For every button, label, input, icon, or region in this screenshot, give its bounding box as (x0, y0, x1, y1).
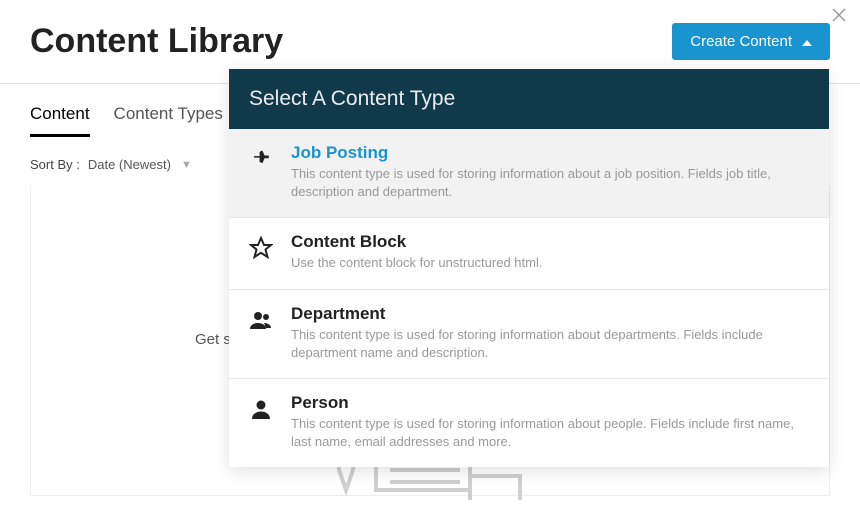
create-content-button[interactable]: Create Content (672, 23, 830, 60)
content-type-department[interactable]: Department This content type is used for… (229, 290, 829, 379)
close-icon[interactable] (832, 8, 846, 27)
tab-content-types[interactable]: Content Types (114, 104, 223, 137)
content-type-dropdown: Select A Content Type Job Posting This c… (229, 69, 829, 467)
content-type-title: Department (291, 304, 809, 324)
tab-content[interactable]: Content (30, 104, 90, 137)
dropdown-header: Select A Content Type (229, 69, 829, 129)
sort-select[interactable]: Date (Newest) ▼ (88, 157, 192, 172)
star-outline-icon (249, 236, 273, 265)
content-type-job-posting[interactable]: Job Posting This content type is used fo… (229, 129, 829, 218)
create-content-label: Create Content (690, 33, 792, 50)
content-type-person[interactable]: Person This content type is used for sto… (229, 379, 829, 467)
content-type-desc: This content type is used for storing in… (291, 415, 809, 451)
caret-up-icon (802, 33, 812, 50)
content-type-title: Content Block (291, 232, 809, 252)
sort-label: Sort By : (30, 157, 80, 172)
content-type-title: Job Posting (291, 143, 809, 163)
sort-value: Date (Newest) (88, 157, 171, 172)
page-title: Content Library (30, 22, 283, 61)
get-started-text: Get s (195, 331, 231, 348)
content-type-desc: Use the content block for unstructured h… (291, 254, 809, 272)
content-type-content-block[interactable]: Content Block Use the content block for … (229, 218, 829, 289)
pin-icon (249, 147, 273, 176)
person-icon (249, 397, 273, 426)
content-type-title: Person (291, 393, 809, 413)
content-type-desc: This content type is used for storing in… (291, 165, 809, 201)
people-icon (249, 308, 273, 337)
chevron-down-icon: ▼ (181, 159, 192, 171)
page: Content Library Create Content Content C… (0, 0, 860, 525)
content-type-desc: This content type is used for storing in… (291, 326, 809, 362)
